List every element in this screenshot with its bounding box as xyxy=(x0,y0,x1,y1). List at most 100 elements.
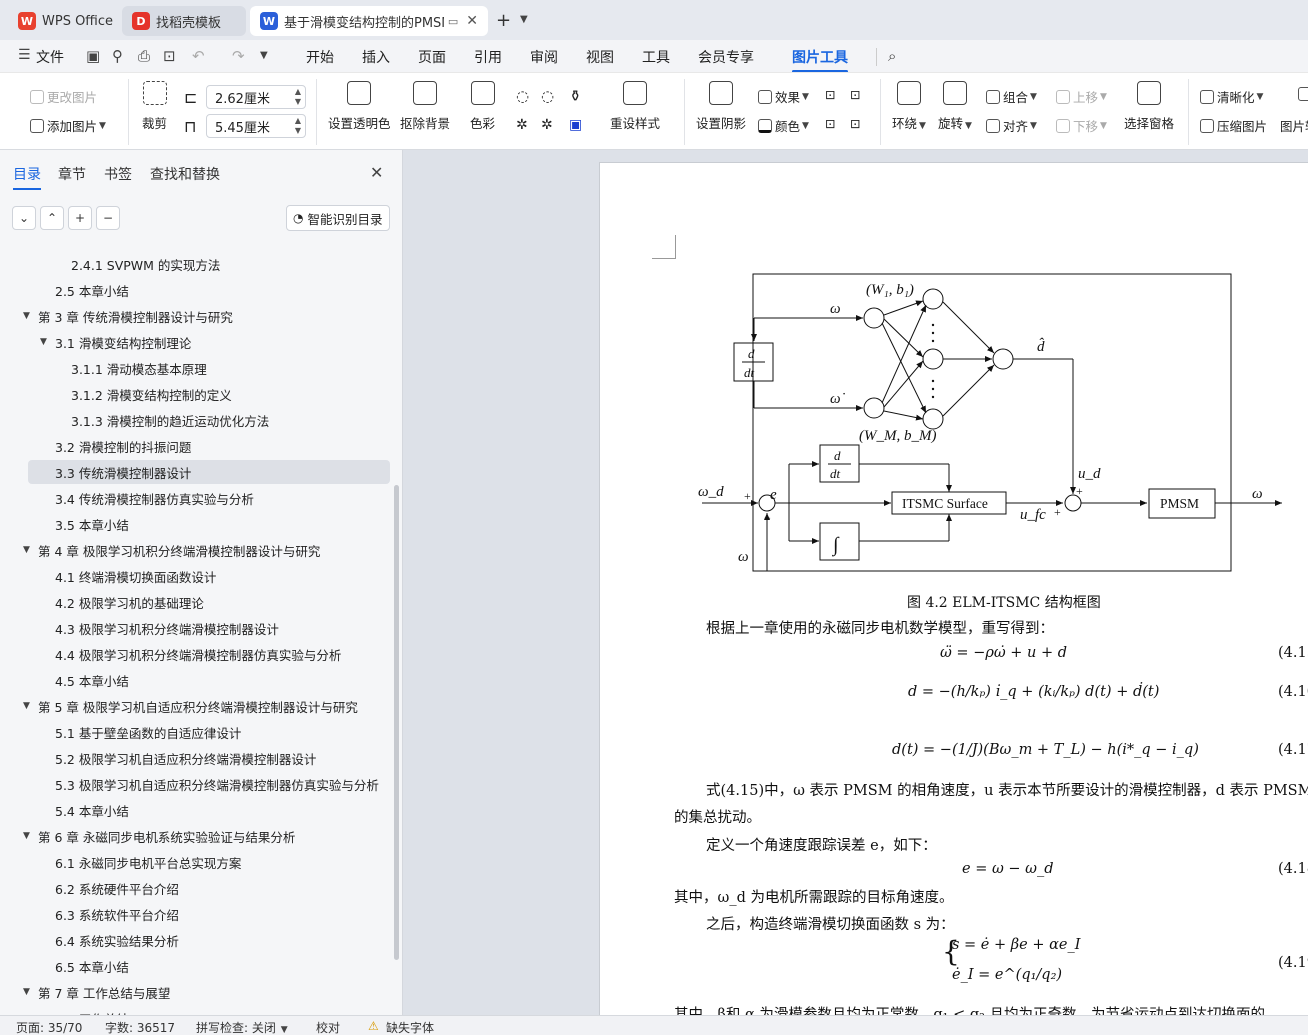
toc-item[interactable]: 4.3 极限学习机积分终端滑模控制器设计 xyxy=(55,616,279,640)
toc-item[interactable]: 3.3 传统滑模控制器设计 xyxy=(28,460,390,484)
search-icon[interactable]: ⌕ xyxy=(888,47,896,65)
new-tab-icon[interactable]: + xyxy=(496,10,511,31)
change-image-button[interactable]: 更改图片 xyxy=(30,87,97,106)
reset-style-button[interactable]: 重设样式 xyxy=(610,81,660,132)
group-button[interactable]: 组合 ▼ xyxy=(986,87,1037,106)
menu-start[interactable]: 开始 xyxy=(306,47,334,67)
add-heading-button[interactable]: + xyxy=(68,206,92,230)
image-height-input[interactable]: 5.45厘米 ▲ ▼ xyxy=(206,114,306,138)
toc-item[interactable]: 3.4 传统滑模控制器仿真实验与分析 xyxy=(55,486,254,510)
effect-button[interactable]: 效果 ▼ xyxy=(758,87,809,106)
toc-item[interactable]: 4.4 极限学习机积分终端滑模控制器仿真实验与分析 xyxy=(55,642,341,666)
menu-picture-tools[interactable]: 图片工具 xyxy=(792,47,848,73)
menu-member[interactable]: 会员专享 xyxy=(698,47,754,67)
toc-item[interactable]: 第 5 章 极限学习机自适应积分终端滑模控制器设计与研究 xyxy=(38,694,358,718)
brightness-up-icon[interactable]: ◌ xyxy=(516,87,529,105)
menu-tools[interactable]: 工具 xyxy=(642,47,670,67)
align-button[interactable]: 对齐 ▼ xyxy=(986,116,1037,135)
spinner-icon[interactable]: ▲ ▼ xyxy=(295,87,301,107)
contrast-down-icon[interactable]: ✲ xyxy=(541,117,553,133)
word-count[interactable]: 字数: 36517 xyxy=(105,1019,175,1035)
toc-item[interactable]: 6.5 本章小结 xyxy=(55,954,129,978)
close-icon[interactable]: ✕ xyxy=(370,163,383,182)
tab-wps-office[interactable]: W WPS Office xyxy=(8,6,118,36)
print-icon[interactable]: ⎙ xyxy=(138,47,150,65)
expand-up-button[interactable]: ⌃ xyxy=(40,206,64,230)
missing-font-button[interactable]: 缺失字体 xyxy=(386,1019,434,1035)
toc-item[interactable]: 3.5 本章小结 xyxy=(55,512,129,536)
toc-item[interactable]: 第 7 章 工作总结与展望 xyxy=(38,980,170,1004)
toc-item[interactable]: 3.2 滑模控制的抖振问题 xyxy=(55,434,191,458)
add-image-button[interactable]: 添加图片 ▼ xyxy=(30,116,106,135)
toc-item[interactable]: 5.4 本章小结 xyxy=(55,798,129,822)
sidebar-tab-find-replace[interactable]: 查找和替换 xyxy=(150,164,220,184)
set-shadow-button[interactable]: 设置阴影 xyxy=(696,81,746,132)
rotate-button[interactable]: 旋转 ▼ xyxy=(938,81,972,132)
contrast-up-icon[interactable]: ✲ xyxy=(516,117,528,133)
expand-caret-icon[interactable]: ▼ xyxy=(40,337,47,347)
menu-icon[interactable]: ☰ xyxy=(18,47,31,63)
share-icon[interactable]: ⚲ xyxy=(112,47,123,65)
smart-toc-button[interactable]: ◔ 智能识别目录 xyxy=(286,205,390,231)
brightness-down-icon[interactable]: ◌ xyxy=(541,87,554,105)
undo-icon[interactable]: ↶ xyxy=(192,47,205,65)
monitor-icon[interactable]: ▭ xyxy=(448,15,458,28)
elm-itsmc-diagram[interactable]: (W₁, b₁) (W_M, b_M) ω ω̇ d̂ d dt d dt ∫ … xyxy=(694,263,1294,583)
fill-color-button[interactable]: 颜色 ▼ xyxy=(758,116,809,135)
tab-docer-template[interactable]: D 找稻壳模板 xyxy=(122,6,246,36)
selection-pane-button[interactable]: 选择窗格 xyxy=(1124,81,1174,132)
toc-item[interactable]: 4.1 终端滑模切换面函数设计 xyxy=(55,564,216,588)
line-color-icon[interactable]: ▣ xyxy=(569,117,582,133)
shadow-up-icon[interactable]: ⊡ xyxy=(825,87,835,102)
close-tab-icon[interactable]: ✕ xyxy=(466,13,478,29)
expand-caret-icon[interactable]: ▼ xyxy=(23,831,30,841)
move-up-button[interactable]: 上移 ▼ xyxy=(1056,87,1107,106)
expand-caret-icon[interactable]: ▼ xyxy=(23,311,30,321)
set-transparent-button[interactable]: 设置透明色 xyxy=(328,81,391,132)
move-down-button[interactable]: 下移 ▼ xyxy=(1056,116,1107,135)
toc-item[interactable]: 6.2 系统硬件平台介绍 xyxy=(55,876,179,900)
remove-background-button[interactable]: 抠除背景 xyxy=(400,81,450,132)
fill-highlight-icon[interactable]: ⚱ xyxy=(569,87,582,105)
toc-item[interactable]: 6.4 系统实验结果分析 xyxy=(55,928,179,952)
sharpen-button[interactable]: 清晰化 ▼ xyxy=(1200,87,1263,106)
toc-item[interactable]: 3.1.3 滑模控制的趋近运动优化方法 xyxy=(71,408,269,432)
menu-file[interactable]: 文件 xyxy=(36,47,64,67)
crop-button[interactable]: 裁剪 xyxy=(142,81,167,132)
shadow-left-icon[interactable]: ⊡ xyxy=(825,116,835,131)
toc-item[interactable]: 7.1 工作总结 xyxy=(55,1006,129,1016)
menu-view[interactable]: 视图 xyxy=(586,47,614,67)
expand-caret-icon[interactable]: ▼ xyxy=(23,701,30,711)
toc-item[interactable]: 3.1.2 滑模变结构控制的定义 xyxy=(71,382,232,406)
shadow-down-icon[interactable]: ⊡ xyxy=(850,87,860,102)
proofread-button[interactable]: 校对 xyxy=(316,1019,340,1035)
menu-insert[interactable]: 插入 xyxy=(362,47,390,67)
sidebar-tab-toc[interactable]: 目录 xyxy=(13,164,41,190)
toc-item[interactable]: 5.2 极限学习机自适应积分终端滑模控制器设计 xyxy=(55,746,316,770)
page-indicator[interactable]: 页面: 35/70 xyxy=(16,1019,82,1035)
sidebar-tab-bookmarks[interactable]: 书签 xyxy=(104,164,132,184)
toc-item[interactable]: 2.4.1 SVPWM 的实现方法 xyxy=(71,252,220,276)
chevron-down-icon[interactable]: ▼ xyxy=(520,14,528,25)
toc-item[interactable]: 第 3 章 传统滑模控制器设计与研究 xyxy=(38,304,233,328)
color-button[interactable]: 色彩 xyxy=(470,81,495,132)
shadow-right-icon[interactable]: ⊡ xyxy=(850,116,860,131)
toc-item[interactable]: 5.3 极限学习机自适应积分终端滑模控制器仿真实验与分析 xyxy=(55,772,379,796)
sidebar-tab-chapters[interactable]: 章节 xyxy=(58,164,86,184)
compress-image-button[interactable]: 压缩图片 xyxy=(1200,116,1267,135)
spinner-icon[interactable]: ▲ ▼ xyxy=(295,116,301,136)
expand-caret-icon[interactable]: ▼ xyxy=(23,545,30,555)
document-page[interactable]: (W₁, b₁) (W_M, b_M) ω ω̇ d̂ d dt d dt ∫ … xyxy=(599,162,1308,1015)
toc-item[interactable]: 4.2 极限学习机的基础理论 xyxy=(55,590,204,614)
menu-reference[interactable]: 引用 xyxy=(474,47,502,67)
remove-heading-button[interactable]: − xyxy=(96,206,120,230)
expand-caret-icon[interactable]: ▼ xyxy=(23,987,30,997)
image-convert-button[interactable]: 图片转 xyxy=(1280,116,1308,135)
toc-item[interactable]: 第 6 章 永磁同步电机系统实验验证与结果分析 xyxy=(38,824,295,848)
toc-item[interactable]: 第 4 章 极限学习机积分终端滑模控制器设计与研究 xyxy=(38,538,320,562)
wrap-button[interactable]: 环绕 ▼ xyxy=(892,81,926,132)
toc-item[interactable]: 3.1.1 滑动模态基本原理 xyxy=(71,356,207,380)
collapse-all-button[interactable]: ⌄ xyxy=(12,206,36,230)
toc-item[interactable]: 2.5 本章小结 xyxy=(55,278,129,302)
menu-page[interactable]: 页面 xyxy=(418,47,446,67)
